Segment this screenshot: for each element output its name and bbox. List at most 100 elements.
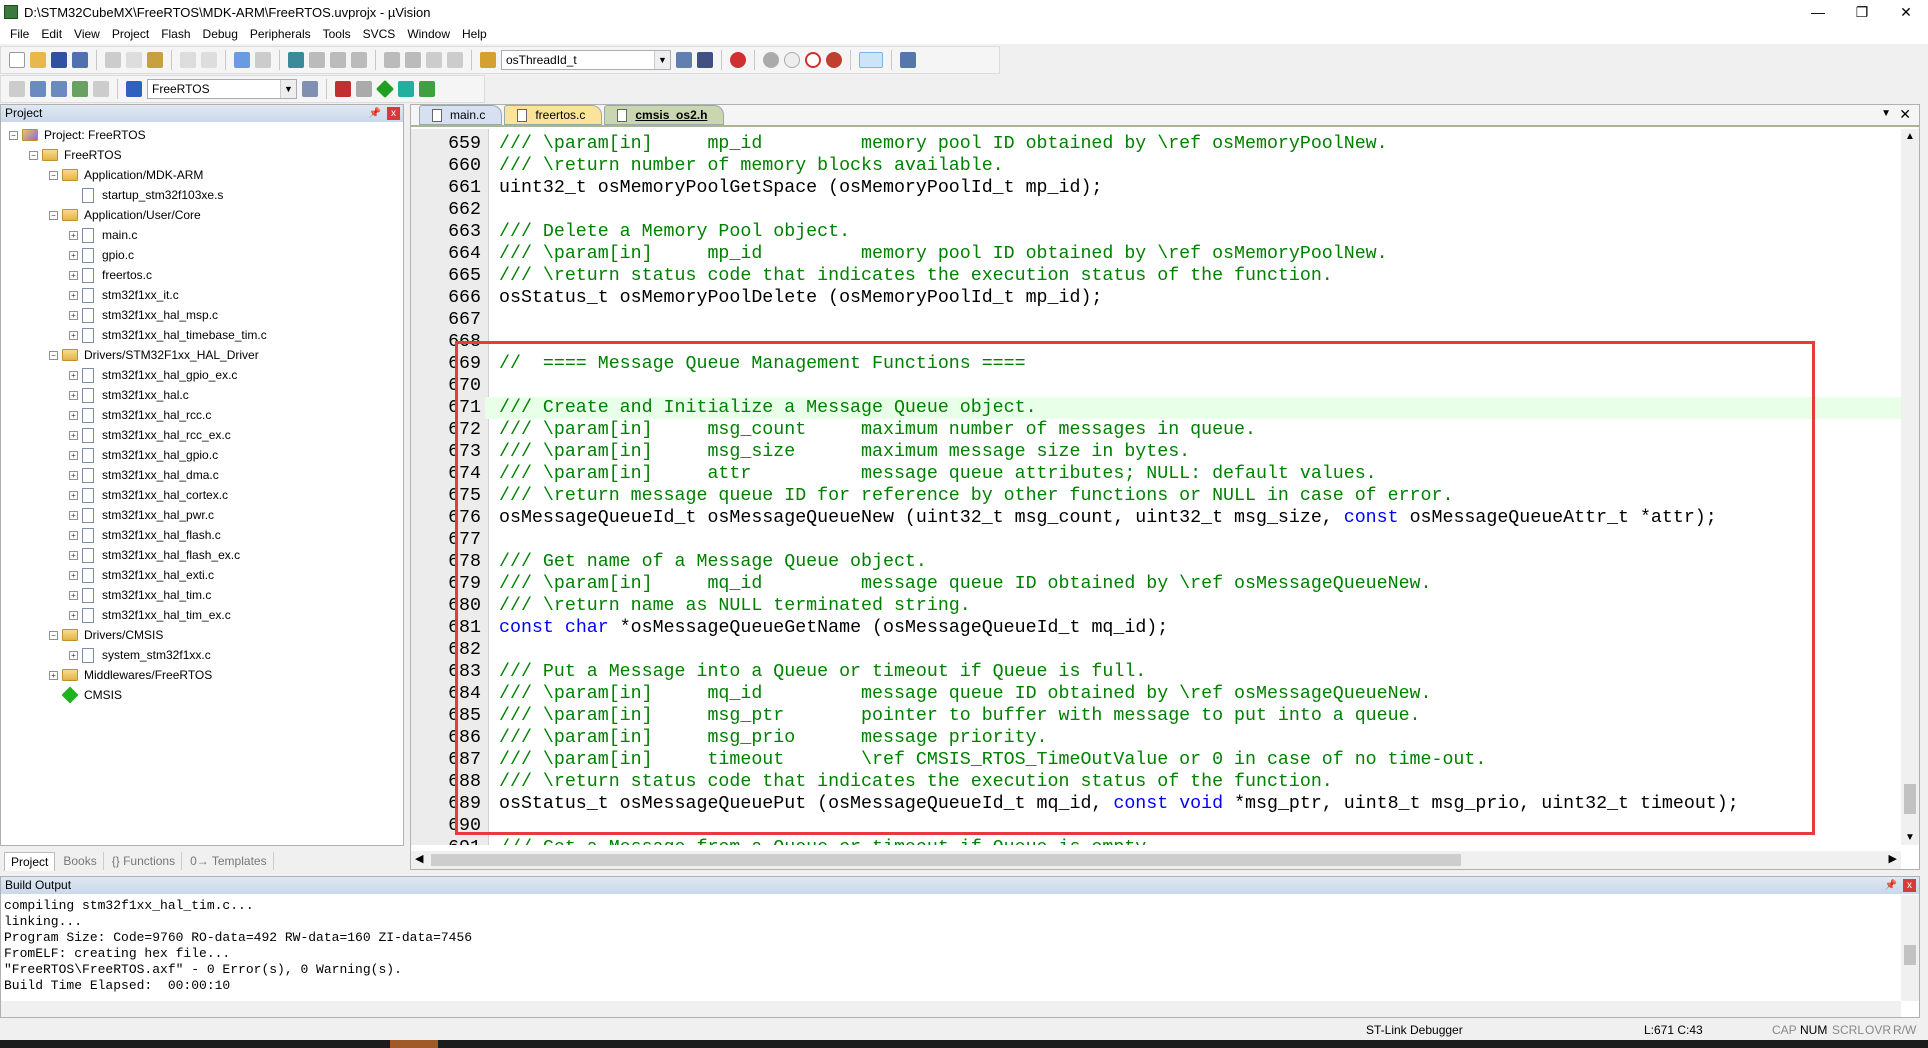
unindent-icon[interactable] (405, 52, 421, 68)
enable-breakpoint-icon[interactable] (784, 52, 800, 68)
find-icon[interactable] (676, 52, 692, 68)
disable-breakpoints-icon[interactable] (805, 52, 821, 68)
expand-icon[interactable]: + (49, 670, 58, 680)
tree-item[interactable]: − Drivers/CMSIS (1, 625, 403, 645)
tree-item[interactable]: + Middlewares/FreeRTOS (1, 665, 403, 685)
tree-item[interactable]: + stm32f1xx_hal_gpio.c (1, 445, 403, 465)
download-load-icon[interactable] (126, 81, 142, 97)
clear-bookmarks-icon[interactable] (351, 52, 367, 68)
tree-item[interactable]: + stm32f1xx_hal_dma.c (1, 465, 403, 485)
tree-item[interactable]: CMSIS (1, 685, 403, 705)
tree-item[interactable]: − Drivers/STM32F1xx_HAL_Driver (1, 345, 403, 365)
vertical-scrollbar[interactable]: ▲ ▼ (1901, 129, 1919, 845)
chevron-down-icon[interactable]: ▼ (280, 80, 296, 98)
build-output-vscrollbar[interactable] (1901, 895, 1919, 1001)
find-in-files-icon[interactable] (480, 52, 496, 68)
collapse-icon[interactable]: − (9, 130, 18, 140)
find-combo[interactable]: osThreadId_t ▼ (501, 50, 671, 70)
redo-icon[interactable] (201, 52, 217, 68)
tree-item[interactable]: + stm32f1xx_hal_flash_ex.c (1, 545, 403, 565)
collapse-icon[interactable]: − (49, 630, 58, 640)
insert-breakpoint-icon[interactable] (763, 52, 779, 68)
tree-item[interactable]: + freertos.c (1, 265, 403, 285)
tree-item[interactable]: + main.c (1, 225, 403, 245)
tree-item[interactable]: + stm32f1xx_hal_tim.c (1, 585, 403, 605)
expand-icon[interactable]: + (69, 490, 78, 500)
build-output-hscrollbar[interactable] (1, 1001, 1901, 1017)
menu-project[interactable]: Project (108, 27, 157, 41)
incremental-find-icon[interactable] (697, 52, 713, 68)
tree-item[interactable]: + stm32f1xx_hal.c (1, 385, 403, 405)
prev-bookmark-icon[interactable] (309, 52, 325, 68)
expand-icon[interactable]: + (69, 530, 78, 540)
manage-multi-project-icon[interactable] (356, 81, 372, 97)
expand-icon[interactable]: + (69, 570, 78, 580)
close-panel-icon[interactable]: x (1903, 879, 1916, 892)
debug-session-icon[interactable] (730, 52, 746, 68)
rebuild-icon[interactable] (51, 81, 67, 97)
tree-item[interactable]: − Application/User/Core (1, 205, 403, 225)
collapse-icon[interactable]: − (49, 350, 58, 360)
close-button[interactable]: ✕ (1886, 2, 1926, 22)
tab-books[interactable]: Books (57, 852, 104, 870)
save-icon[interactable] (51, 52, 67, 68)
expand-icon[interactable]: + (69, 430, 78, 440)
menu-peripherals[interactable]: Peripherals (246, 27, 319, 41)
collapse-icon[interactable]: − (49, 210, 58, 220)
editor-tab-cmsis_os2-h[interactable]: cmsis_os2.h (604, 105, 725, 125)
menu-view[interactable]: View (70, 27, 108, 41)
select-software-packs-icon[interactable] (398, 81, 414, 97)
indent-icon[interactable] (384, 52, 400, 68)
open-file-icon[interactable] (30, 52, 46, 68)
tree-item[interactable]: − Application/MDK-ARM (1, 165, 403, 185)
collapse-icon[interactable]: − (29, 150, 38, 160)
close-panel-icon[interactable]: x (387, 107, 400, 120)
expand-icon[interactable]: + (69, 390, 78, 400)
expand-icon[interactable]: + (69, 330, 78, 340)
tab-functions[interactable]: {} Functions (106, 852, 183, 870)
menu-help[interactable]: Help (458, 27, 495, 41)
expand-icon[interactable]: + (69, 590, 78, 600)
expand-icon[interactable]: + (69, 650, 78, 660)
editor-tab-freertos-c[interactable]: freertos.c (504, 105, 603, 125)
expand-icon[interactable]: + (69, 550, 78, 560)
uncomment-icon[interactable] (447, 52, 463, 68)
window-layout-icon[interactable] (859, 52, 883, 68)
expand-icon[interactable]: + (69, 450, 78, 460)
menu-window[interactable]: Window (403, 27, 458, 41)
chevron-down-icon[interactable]: ▼ (654, 51, 670, 69)
tree-item[interactable]: + stm32f1xx_hal_timebase_tim.c (1, 325, 403, 345)
navigate-forward-icon[interactable] (255, 52, 271, 68)
pin-icon[interactable]: 📌 (1885, 877, 1897, 894)
minimize-button[interactable]: — (1798, 2, 1838, 22)
tree-item[interactable]: + stm32f1xx_hal_rcc.c (1, 405, 403, 425)
expand-icon[interactable]: + (69, 610, 78, 620)
tree-item[interactable]: startup_stm32f103xe.s (1, 185, 403, 205)
tree-item[interactable]: + stm32f1xx_it.c (1, 285, 403, 305)
menu-debug[interactable]: Debug (199, 27, 246, 41)
tree-item[interactable]: + stm32f1xx_hal_cortex.c (1, 485, 403, 505)
tab-list-dropdown-icon[interactable]: ▼ (1881, 108, 1891, 119)
tree-item[interactable]: + stm32f1xx_hal_exti.c (1, 565, 403, 585)
undo-icon[interactable] (180, 52, 196, 68)
navigate-back-icon[interactable] (234, 52, 250, 68)
tree-item[interactable]: + stm32f1xx_hal_tim_ex.c (1, 605, 403, 625)
pin-icon[interactable]: 📌 (369, 105, 381, 122)
target-combo[interactable]: FreeRTOS ▼ (147, 79, 297, 99)
menu-svcs[interactable]: SVCS (359, 27, 404, 41)
tree-item[interactable]: + stm32f1xx_hal_gpio_ex.c (1, 365, 403, 385)
save-all-icon[interactable] (72, 52, 88, 68)
tab-templates[interactable]: 0→ Templates (184, 852, 274, 870)
tree-item[interactable]: + stm32f1xx_hal_pwr.c (1, 505, 403, 525)
tree-item[interactable]: + system_stm32f1xx.c (1, 645, 403, 665)
menu-flash[interactable]: Flash (157, 27, 198, 41)
close-tab-icon[interactable]: ✕ (1899, 106, 1911, 123)
expand-icon[interactable]: + (69, 370, 78, 380)
tree-item[interactable]: + stm32f1xx_hal_rcc_ex.c (1, 425, 403, 445)
collapse-icon[interactable]: − (49, 170, 58, 180)
comment-icon[interactable] (426, 52, 442, 68)
expand-icon[interactable]: + (69, 290, 78, 300)
tab-project[interactable]: Project (4, 851, 56, 871)
cut-icon[interactable] (105, 52, 121, 68)
tree-item[interactable]: + gpio.c (1, 245, 403, 265)
